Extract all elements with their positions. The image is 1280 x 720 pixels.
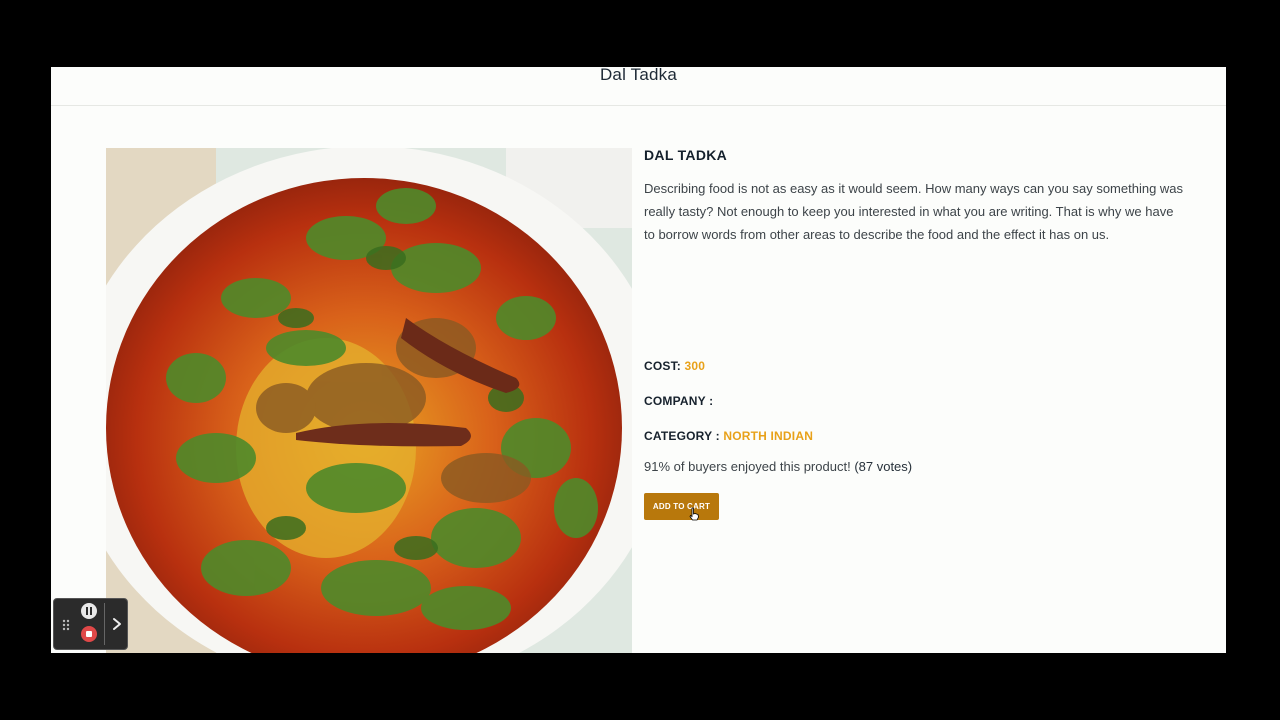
stop-icon[interactable] — [81, 626, 97, 642]
company-row: COMPANY : — [644, 394, 713, 408]
page-header: Dal Tadka — [51, 67, 1226, 106]
page-title: Dal Tadka — [599, 67, 678, 84]
cost-value: 300 — [684, 359, 706, 373]
product-description: Describing food is not as easy as it wou… — [644, 181, 1184, 242]
dal-tadka-photo — [106, 148, 632, 653]
votes-count: (87 votes) — [854, 459, 913, 474]
pause-icon[interactable] — [81, 603, 97, 619]
product-name: DAL TADKA — [644, 147, 728, 163]
category-row: CATEGORY : NORTH INDIAN — [644, 429, 813, 443]
product-image — [106, 148, 632, 653]
product-details: DAL TADKA Describing food is not as easy… — [644, 147, 1184, 521]
screen-recorder-toolbar — [53, 598, 128, 650]
cost-row: COST: 300 — [644, 359, 705, 373]
browser-viewport: Dal Tadka DAL TADKA Describing food is n… — [51, 67, 1226, 653]
category-label: CATEGORY : — [644, 429, 720, 443]
chevron-right-icon[interactable] — [109, 614, 125, 634]
company-label: COMPANY : — [644, 394, 714, 408]
cost-label: COST: — [644, 359, 681, 373]
toolbar-divider — [104, 603, 105, 645]
drag-handle-icon[interactable] — [60, 618, 72, 632]
rating-text: 91% of buyers enjoyed this product! — [644, 459, 851, 474]
category-value: NORTH INDIAN — [723, 429, 814, 443]
rating-summary: 91% of buyers enjoyed this product! (87 … — [644, 459, 912, 474]
hand-cursor-icon — [689, 507, 699, 521]
add-to-cart-button[interactable]: ADD TO CART — [644, 493, 719, 520]
